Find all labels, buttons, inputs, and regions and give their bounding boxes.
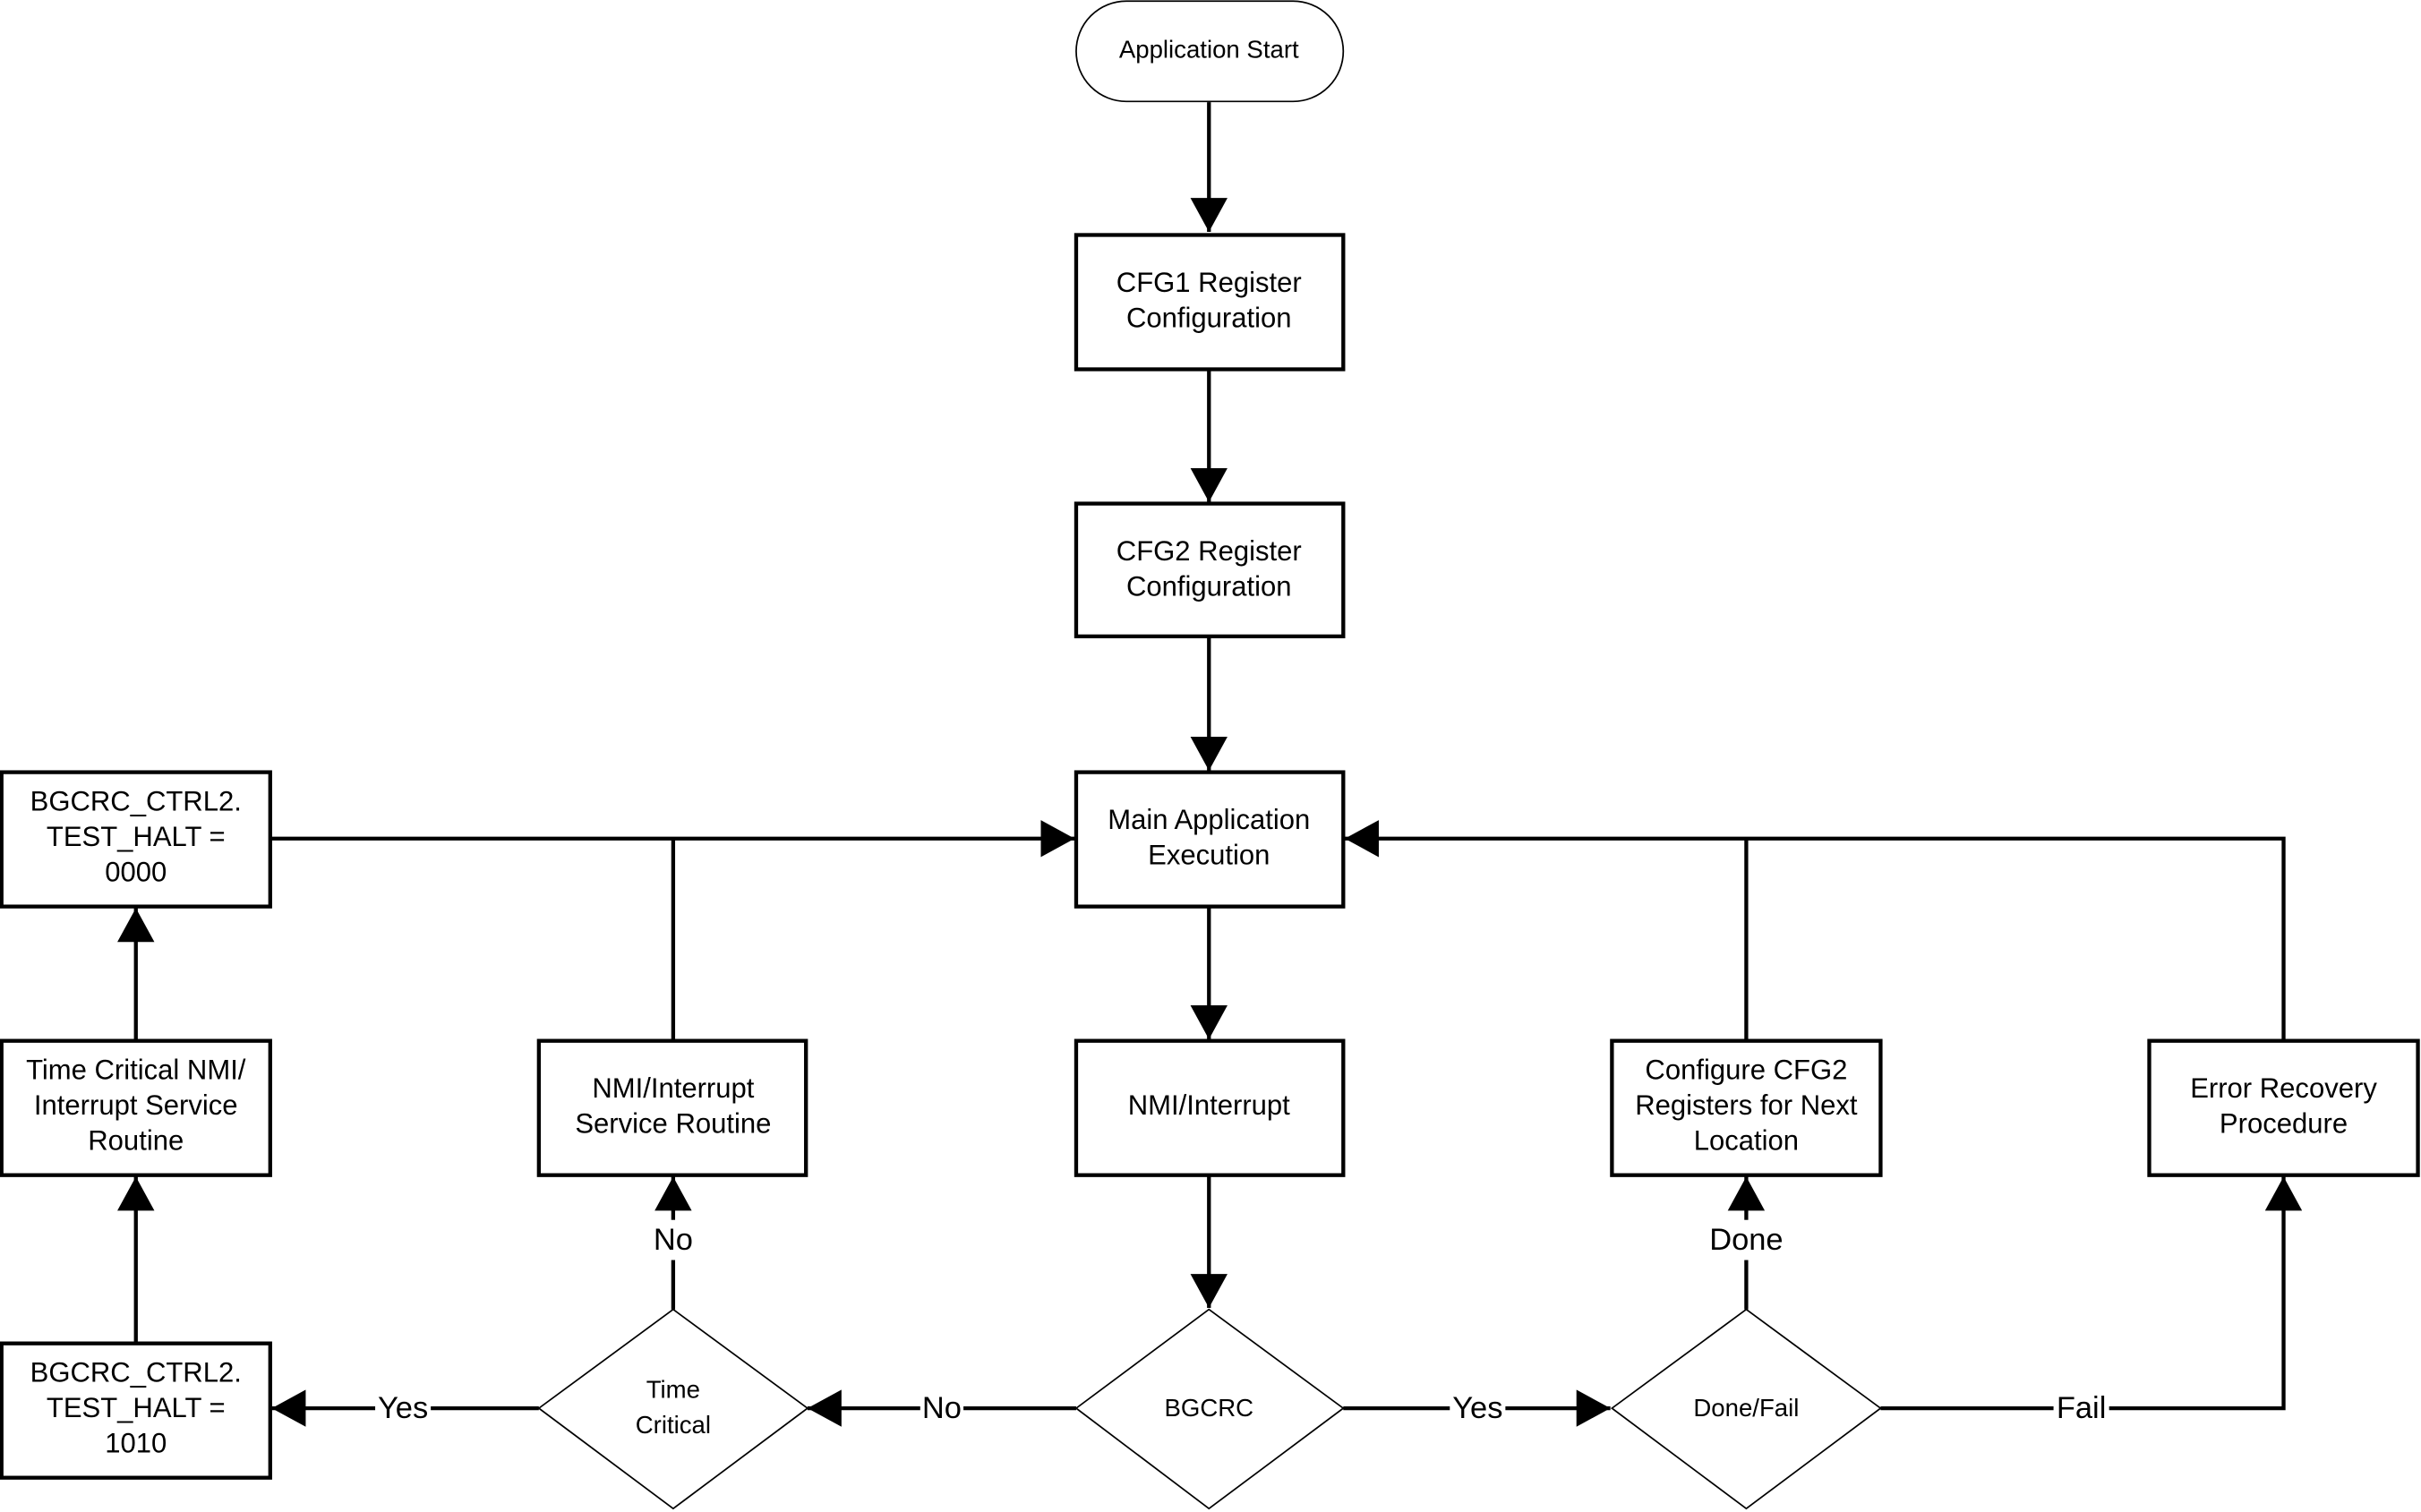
edge-label-bgcrc-yes: Yes	[1450, 1389, 1506, 1427]
node-text: No	[654, 1223, 693, 1257]
node-text: CFG2 Register	[1116, 535, 1302, 567]
node-text: Location	[1694, 1125, 1799, 1157]
flowchart: marker path{} No Yes Fail Done Yes No Ap…	[0, 0, 2420, 1510]
node-configure-next-location: Configure CFG2 Registers for Next Locati…	[1610, 1038, 1883, 1177]
node-error-recovery: Error Recovery Procedure	[2147, 1038, 2420, 1177]
node-test-halt-0000: BGCRC_CTRL2. TEST_HALT = 0000	[0, 770, 272, 909]
node-text: Time	[646, 1375, 700, 1403]
node-application-start: Application Start	[1075, 0, 1345, 103]
node-text: Done/Fail	[1693, 1394, 1799, 1422]
node-text: Configure CFG2	[1645, 1054, 1847, 1085]
node-text: Service Routine	[575, 1108, 771, 1140]
node-text: 1010	[105, 1428, 167, 1459]
node-nmi-interrupt: NMI/Interrupt	[1074, 1038, 1346, 1177]
node-text: CFG1 Register	[1116, 267, 1302, 298]
node-text: Error Recovery	[2190, 1072, 2377, 1104]
node-text: Done	[1709, 1223, 1783, 1257]
node-time-critical-isr: Time Critical NMI/ Interrupt Service Rou…	[0, 1038, 272, 1177]
node-text: 0000	[105, 857, 167, 888]
node-text: Yes	[378, 1391, 428, 1425]
decision-done-fail: Done/Fail	[1610, 1308, 1882, 1510]
node-text: Yes	[1452, 1391, 1502, 1425]
edge-label-tc-no: No	[650, 1219, 697, 1260]
node-text: Interrupt Service	[34, 1089, 238, 1121]
node-text: Application Start	[1119, 36, 1299, 64]
node-text: NMI/Interrupt	[1128, 1089, 1290, 1121]
node-text: NMI/Interrupt	[592, 1072, 754, 1104]
arrow-fail-to-error	[1880, 1176, 2303, 1411]
node-text: TEST_HALT =	[47, 1392, 226, 1423]
node-text: No	[922, 1391, 962, 1425]
edge-label-done: Done	[1704, 1219, 1788, 1260]
node-text: BGCRC_CTRL2.	[30, 785, 242, 816]
node-main-application: Main Application Execution	[1074, 770, 1346, 909]
edge-label-bgcrc-no: No	[920, 1389, 964, 1427]
node-test-halt-1010: BGCRC_CTRL2. TEST_HALT = 1010	[0, 1341, 272, 1480]
node-text: Execution	[1148, 840, 1270, 871]
arrow-right-return-to-main	[1345, 820, 2286, 1041]
node-text: BGCRC_CTRL2.	[30, 1356, 242, 1388]
decision-bgcrc: BGCRC	[1074, 1308, 1345, 1510]
node-text: TEST_HALT =	[47, 821, 226, 852]
edge-label-tc-yes: Yes	[375, 1389, 432, 1427]
node-cfg1-config: CFG1 Register Configuration	[1074, 233, 1346, 372]
node-text: Fail	[2057, 1391, 2107, 1425]
node-text: Routine	[88, 1125, 184, 1157]
node-text: BGCRC	[1164, 1394, 1253, 1422]
edge-label-fail: Fail	[2053, 1389, 2109, 1427]
node-text: Time Critical NMI/	[26, 1054, 246, 1085]
node-nmi-isr: NMI/Interrupt Service Routine	[536, 1038, 808, 1177]
node-text: Registers for Next	[1635, 1089, 1858, 1121]
decision-time-critical: Time Critical	[537, 1308, 809, 1510]
node-cfg2-config: CFG2 Register Configuration	[1074, 501, 1346, 639]
node-text: Critical	[636, 1411, 711, 1439]
node-text: Procedure	[2220, 1108, 2348, 1140]
node-text: Configuration	[1126, 303, 1292, 334]
node-text: Configuration	[1126, 571, 1292, 602]
node-text: Main Application	[1108, 804, 1310, 835]
